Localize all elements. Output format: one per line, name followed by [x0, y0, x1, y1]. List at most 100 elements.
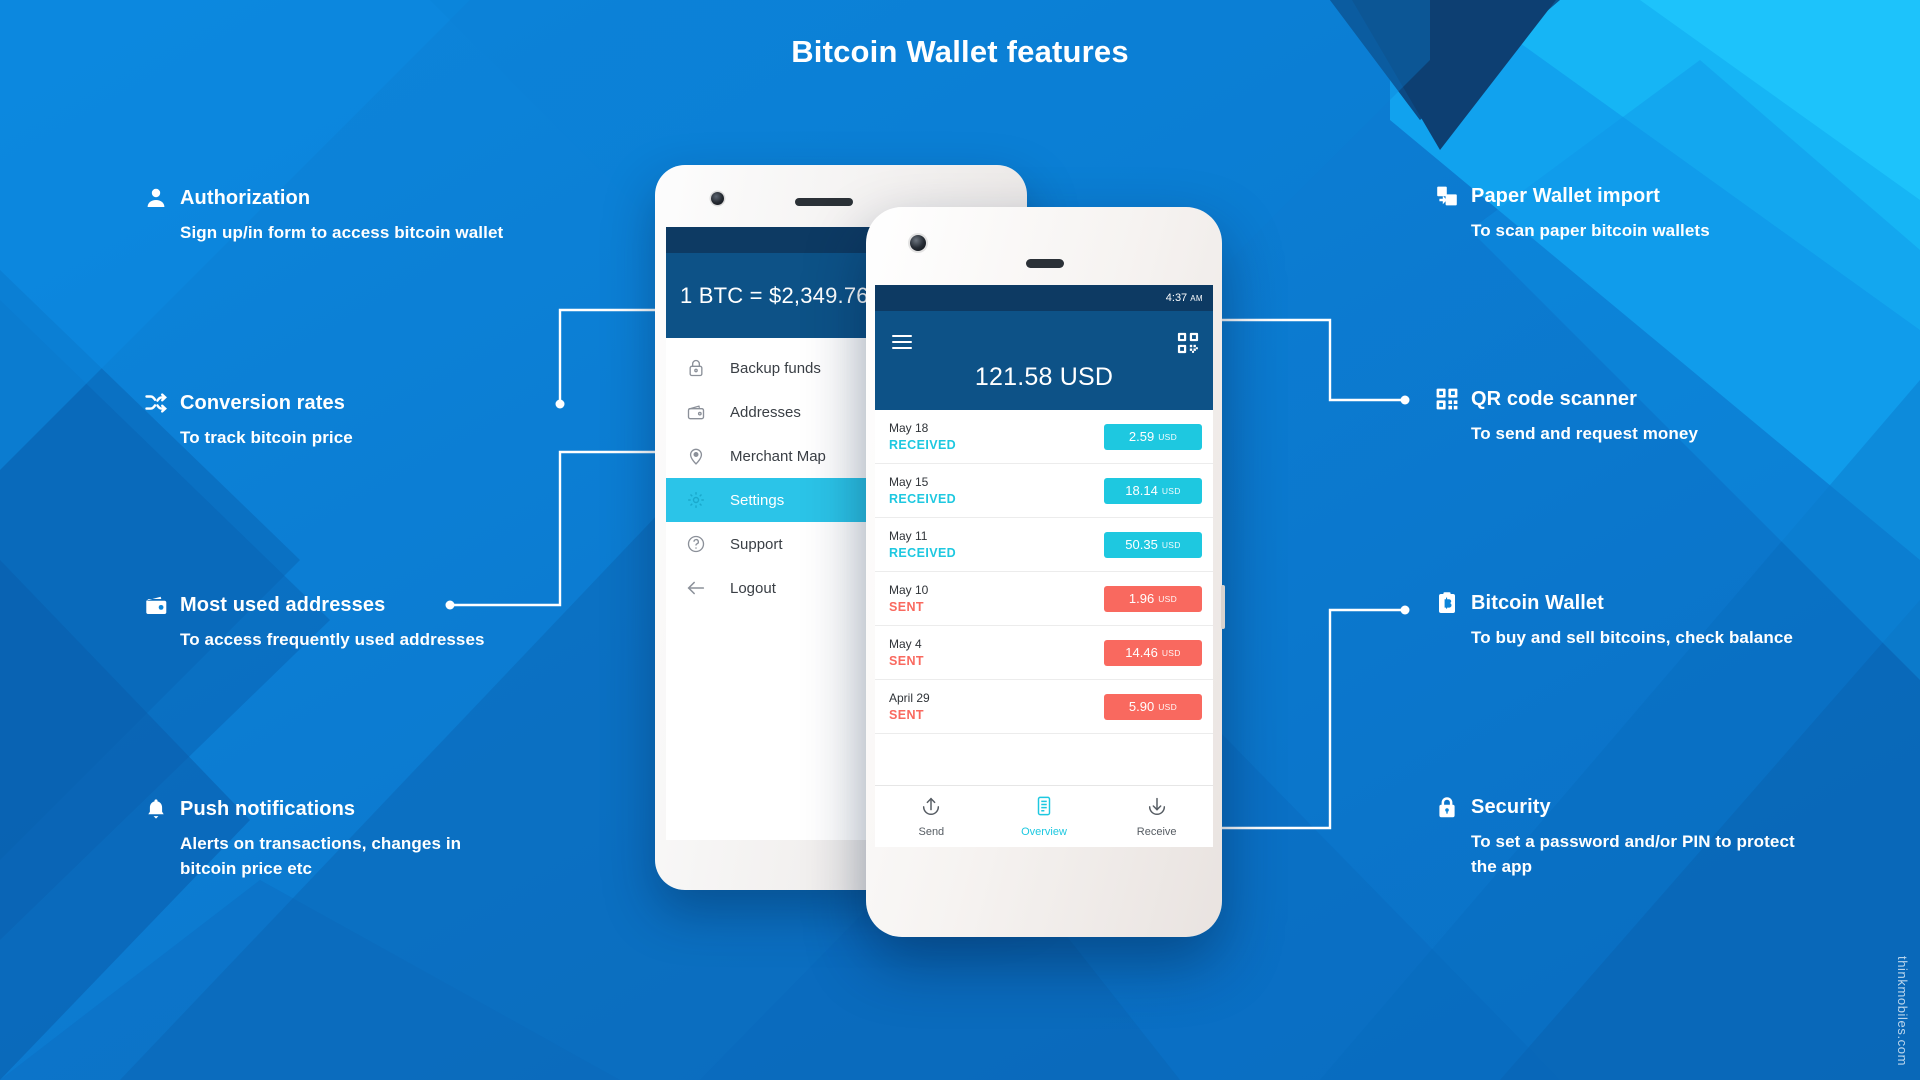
transaction-date: May 15 [889, 475, 929, 489]
earpiece-speaker [795, 198, 853, 206]
feature-authorization: Authorization Sign up/in form to access … [143, 185, 503, 245]
menu-item-label: Settings [730, 491, 785, 509]
app-header: 121.58 USD [875, 311, 1213, 410]
amount-value: 2.59 [1128, 429, 1155, 444]
transaction-list: May 18 RECEIVED 2.59 USD May 15 RECEIVED… [875, 410, 1213, 734]
amount-currency: USD [1161, 485, 1181, 496]
transaction-amount: 2.59 USD [1104, 423, 1202, 450]
transaction-type: RECEIVED [889, 492, 957, 506]
transaction-date: May 18 [889, 421, 929, 435]
qr-code-icon[interactable] [1177, 332, 1199, 354]
shuffle-icon [143, 390, 169, 416]
feature-bitcoin-wallet: Bitcoin Wallet To buy and sell bitcoins,… [1434, 590, 1793, 650]
table-row[interactable]: May 15 RECEIVED 18.14 USD [875, 464, 1213, 518]
tab-overview[interactable]: Overview [988, 795, 1101, 838]
feature-heading: Conversion rates [143, 390, 353, 416]
arrow-left-icon [684, 576, 708, 600]
wallet-icon [684, 400, 708, 424]
hamburger-menu-icon[interactable] [892, 335, 912, 349]
feature-most-used-addresses: Most used addresses To access frequently… [143, 592, 485, 652]
menu-item-label: Logout [730, 579, 776, 597]
amount-currency: USD [1161, 539, 1181, 550]
amount-value: 18.14 [1125, 483, 1158, 498]
menu-item-label: Support [730, 535, 783, 553]
status-bar: 4:37 AM [875, 285, 1213, 311]
bell-icon [143, 796, 169, 822]
transaction-amount: 14.46 USD [1104, 639, 1202, 666]
menu-item-label: Addresses [730, 403, 801, 421]
feature-conversion-rates: Conversion rates To track bitcoin price [143, 390, 353, 450]
feature-description: To set a password and/or PIN to protect … [1471, 832, 1795, 877]
wallet-icon [143, 592, 169, 618]
table-row[interactable]: May 10 SENT 1.96 USD [875, 572, 1213, 626]
feature-title: Conversion rates [180, 391, 345, 414]
tab-receive[interactable]: Receive [1100, 795, 1213, 838]
help-icon [684, 532, 708, 556]
page-title: Bitcoin Wallet features [791, 34, 1129, 69]
amount-value: 14.46 [1125, 645, 1158, 660]
amount-currency: USD [1158, 701, 1178, 712]
tab-send[interactable]: Send [875, 795, 988, 838]
amount-currency: USD [1158, 593, 1178, 604]
tab-label: Receive [1136, 826, 1177, 838]
feature-heading: Most used addresses [143, 592, 485, 618]
tab-label: Overview [1021, 826, 1067, 838]
status-ampm: AM [1190, 293, 1203, 303]
table-row[interactable]: May 4 SENT 14.46 USD [875, 626, 1213, 680]
power-button[interactable] [1221, 585, 1225, 629]
transaction-amount: 5.90 USD [1104, 693, 1202, 720]
feature-push-notifications: Push notifications Alerts on transaction… [143, 796, 510, 881]
feature-heading: QR code scanner [1434, 386, 1698, 412]
feature-title: Paper Wallet import [1471, 184, 1660, 207]
menu-item-label: Merchant Map [730, 447, 826, 465]
transaction-type: SENT [889, 708, 924, 722]
feature-heading: Push notifications [143, 796, 510, 822]
paper-import-icon [1434, 183, 1460, 209]
arrow-up-circle-icon [920, 795, 942, 822]
watermark: thinkmobiles.com [1895, 955, 1910, 1066]
tab-label: Send [918, 826, 945, 838]
earpiece-speaker [1026, 259, 1064, 268]
feature-description: Alerts on transactions, changes in bitco… [180, 834, 462, 879]
feature-qr-code-scanner: QR code scanner To send and request mone… [1434, 386, 1698, 446]
transaction-amount: 1.96 USD [1104, 585, 1202, 612]
list-icon [1033, 795, 1055, 822]
feature-title: Bitcoin Wallet [1471, 591, 1604, 614]
menu-item-label: Backup funds [730, 359, 821, 377]
front-camera-icon [711, 192, 724, 205]
lock-icon [1434, 794, 1460, 820]
wallet-balance: 121.58 USD [974, 363, 1114, 391]
transaction-amount: 50.35 USD [1104, 531, 1202, 558]
amount-currency: USD [1158, 431, 1178, 442]
feature-description: To buy and sell bitcoins, check balance [1471, 628, 1793, 647]
table-row[interactable]: April 29 SENT 5.90 USD [875, 680, 1213, 734]
feature-security: Security To set a password and/or PIN to… [1434, 794, 1801, 879]
feature-title: Push notifications [180, 797, 356, 820]
status-time: 4:37 [1165, 292, 1188, 304]
feature-title: Most used addresses [180, 593, 386, 616]
feature-paper-wallet-import: Paper Wallet import To scan paper bitcoi… [1434, 183, 1710, 243]
feature-title: QR code scanner [1471, 387, 1638, 410]
table-row[interactable]: May 18 RECEIVED 2.59 USD [875, 410, 1213, 464]
feature-description: Sign up/in form to access bitcoin wallet [180, 223, 504, 242]
feature-heading: Security [1434, 794, 1801, 820]
front-phone-screen: 4:37 AM 121.58 USD May 18 RECEIVED 2.59 … [875, 285, 1213, 847]
front-camera-icon [910, 235, 926, 251]
map-pin-icon [684, 444, 708, 468]
feature-heading: Bitcoin Wallet [1434, 590, 1793, 616]
feature-heading: Authorization [143, 185, 503, 211]
clipboard-bitcoin-icon [1434, 590, 1460, 616]
transaction-amount: 18.14 USD [1104, 477, 1202, 504]
feature-title: Authorization [180, 186, 311, 209]
transaction-date: May 10 [889, 583, 929, 597]
amount-value: 1.96 [1128, 591, 1155, 606]
amount-currency: USD [1161, 647, 1181, 658]
transaction-type: RECEIVED [889, 438, 957, 452]
arrow-down-circle-icon [1146, 795, 1168, 822]
feature-description: To scan paper bitcoin wallets [1471, 221, 1710, 240]
transaction-type: SENT [889, 600, 924, 614]
phone-mockup-front: 4:37 AM 121.58 USD May 18 RECEIVED 2.59 … [866, 207, 1225, 937]
transaction-date: April 29 [889, 691, 930, 705]
table-row[interactable]: May 11 RECEIVED 50.35 USD [875, 518, 1213, 572]
transaction-date: May 11 [889, 529, 928, 543]
